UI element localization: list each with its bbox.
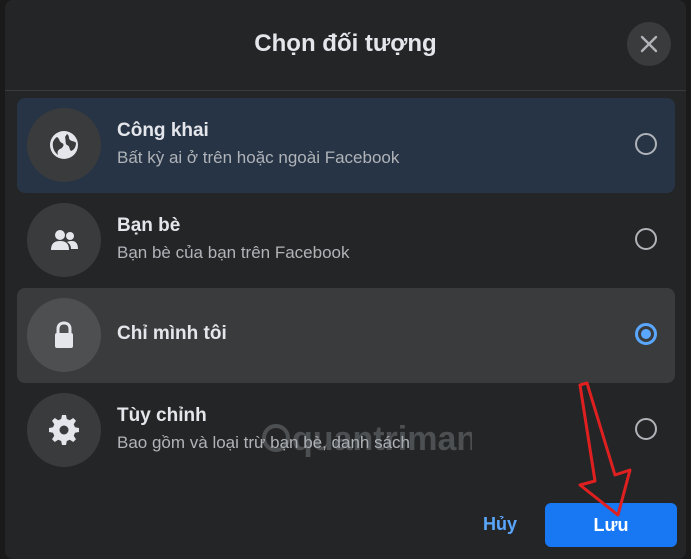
option-icon-wrap xyxy=(27,298,101,372)
option-text: Bạn bè Bạn bè của bạn trên Facebook xyxy=(117,215,350,263)
option-description: Bao gồm và loại trừ bạn bè, danh sách xyxy=(117,433,411,452)
friends-icon xyxy=(51,230,78,250)
option-text: Công khai Bất kỳ ai ở trên hoặc ngoài Fa… xyxy=(117,120,399,168)
cancel-button[interactable]: Hủy xyxy=(470,502,530,546)
option-public[interactable]: Công khai Bất kỳ ai ở trên hoặc ngoài Fa… xyxy=(17,98,675,193)
save-button[interactable]: Lưu xyxy=(545,503,677,547)
option-description: Bất kỳ ai ở trên hoặc ngoài Facebook xyxy=(117,148,400,167)
option-text: Tùy chỉnh Bao gồm và loại trừ bạn bè, da… xyxy=(117,405,410,453)
option-label: Chỉ mình tôi xyxy=(117,323,227,344)
option-text: Chỉ mình tôi xyxy=(117,323,227,345)
globe-icon xyxy=(50,131,78,159)
audience-options: Công khai Bất kỳ ai ở trên hoặc ngoài Fa… xyxy=(17,98,675,478)
close-icon xyxy=(640,35,658,53)
option-only-me[interactable]: Chỉ mình tôi xyxy=(17,288,675,383)
audience-dialog: Chọn đối tượng Công khai Bất kỳ ai ở trê… xyxy=(5,0,686,559)
dialog-title: Chọn đối tượng xyxy=(254,30,437,57)
option-custom[interactable]: Tùy chỉnh Bao gồm và loại trừ bạn bè, da… xyxy=(17,383,675,478)
radio-friends[interactable] xyxy=(635,228,657,250)
option-icon-wrap xyxy=(27,108,101,182)
radio-custom[interactable] xyxy=(635,418,657,440)
close-button[interactable] xyxy=(627,22,671,66)
option-friends[interactable]: Bạn bè Bạn bè của bạn trên Facebook xyxy=(17,193,675,288)
option-label: Tùy chỉnh xyxy=(117,405,207,426)
option-description: Bạn bè của bạn trên Facebook xyxy=(117,243,350,262)
dialog-footer: Hủy Lưu xyxy=(5,480,686,559)
dialog-header: Chọn đối tượng xyxy=(5,0,686,91)
option-label: Công khai xyxy=(117,120,209,141)
option-label: Bạn bè xyxy=(117,215,181,236)
option-icon-wrap xyxy=(27,393,101,467)
option-icon-wrap xyxy=(27,203,101,277)
radio-only-me[interactable] xyxy=(635,323,657,345)
gear-icon xyxy=(49,415,79,445)
radio-public[interactable] xyxy=(635,133,657,155)
lock-icon xyxy=(55,321,73,348)
